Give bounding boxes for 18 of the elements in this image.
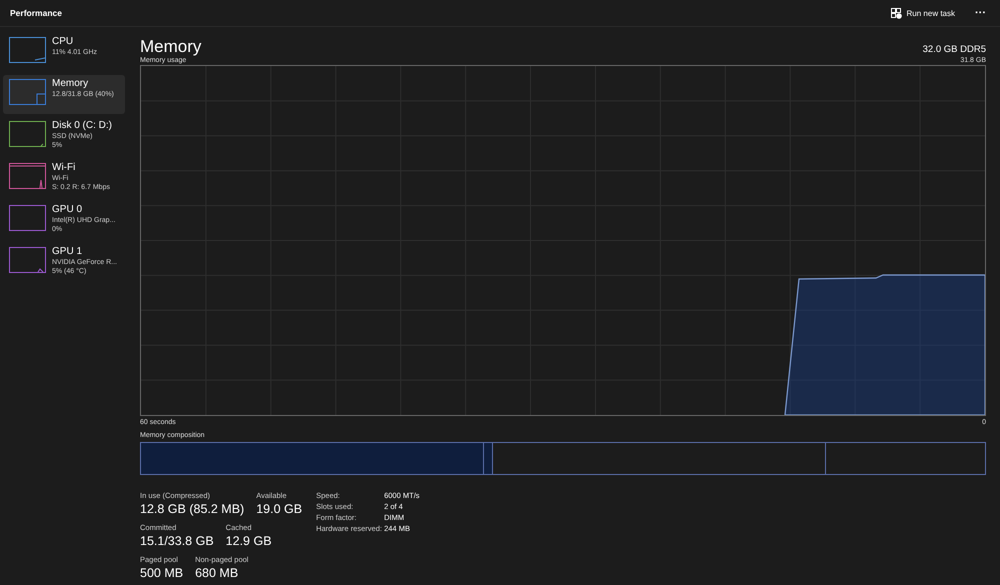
- stat-value: 19.0 GB: [256, 502, 302, 516]
- stat-value: 500 MB: [140, 566, 184, 580]
- grid-plus-icon: [890, 8, 902, 18]
- page-title: Memory: [140, 37, 202, 57]
- stat-value: 12.8 GB (85.2 MB): [140, 502, 244, 516]
- run-task-button[interactable]: Run new task: [886, 6, 959, 20]
- item-title: Wi-Fi: [52, 162, 76, 174]
- stat-value: 680 MB: [195, 566, 240, 580]
- item-title: Memory: [52, 78, 90, 90]
- memory-spec: 32.0 GB DDR5: [922, 44, 986, 55]
- stat-value: 12.9 GB: [226, 534, 272, 548]
- more-button[interactable]: ···: [973, 7, 988, 19]
- item-title: CPU: [52, 36, 74, 48]
- item-title: GPU 1: [52, 246, 84, 258]
- item-title: Disk 0 (C: D:): [52, 120, 112, 132]
- window-title: Performance: [10, 8, 62, 18]
- item-title: GPU 0: [52, 204, 84, 216]
- stat-value: 15.1/33.8 GB: [140, 534, 214, 548]
